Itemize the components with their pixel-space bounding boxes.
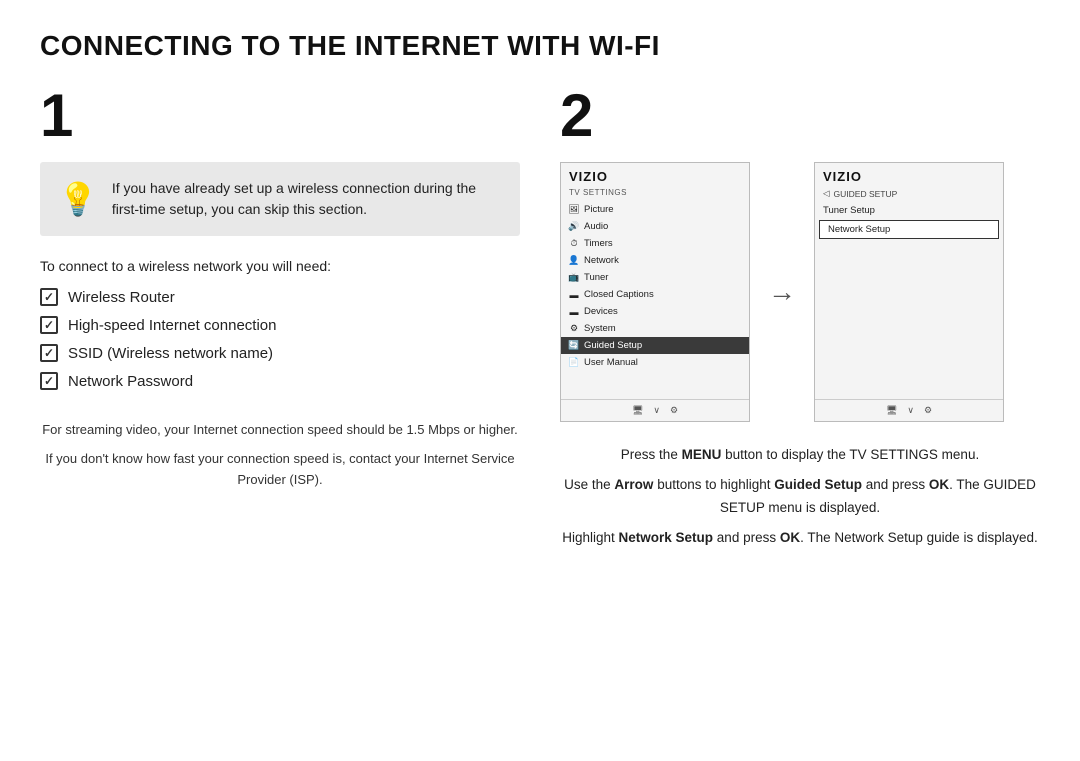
footnote-1: For streaming video, your Internet conne… <box>40 420 520 441</box>
bottom-gear-icon: ⚙ <box>670 405 678 416</box>
manual-icon: 📄 <box>569 358 579 368</box>
bottom-screen-icon: 🖥 <box>632 405 643 416</box>
tv-menu-network: 👤 Network <box>561 252 749 269</box>
checklist-item-4: Network Password <box>68 373 193 390</box>
bottom-down-icon-r: ∨ <box>907 405 914 416</box>
footnote-2: If you don't know how fast your connecti… <box>40 449 520 491</box>
list-item: Network Password <box>40 372 520 390</box>
picture-icon: 🖼 <box>569 205 579 215</box>
step2-desc-1: Press the MENU button to display the TV … <box>560 444 1040 466</box>
tv-bottom-bar-left: 🖥 ∨ ⚙ <box>561 399 749 421</box>
tv-menu-guided-setup: 🔄 Guided Setup <box>561 337 749 354</box>
tv-menu-devices: ▬ Devices <box>561 303 749 320</box>
tv-menu-timers: ⏱ Timers <box>561 235 749 252</box>
check-icon-4 <box>40 372 58 390</box>
step2-desc-2: Use the Arrow buttons to highlight Guide… <box>560 474 1040 519</box>
tv-screen-guided: VIZIO ◁ GUIDED SETUP Tuner Setup Network… <box>814 162 1004 422</box>
network-icon: 👤 <box>569 256 579 266</box>
lightbulb-icon: 💡 <box>58 180 98 218</box>
list-item: High-speed Internet connection <box>40 316 520 334</box>
tv-screens-row: VIZIO TV SETTINGS 🖼 Picture 🔊 Audio ⏱ Ti… <box>560 162 1040 422</box>
step1-number: 1 <box>40 86 520 146</box>
bottom-screen-icon-r: 🖥 <box>886 405 897 416</box>
tv-screen-settings: VIZIO TV SETTINGS 🖼 Picture 🔊 Audio ⏱ Ti… <box>560 162 750 422</box>
tv-menu-picture: 🖼 Picture <box>561 201 749 218</box>
audio-icon: 🔊 <box>569 222 579 232</box>
tv-bottom-bar-right: 🖥 ∨ ⚙ <box>815 399 1003 421</box>
tuner-icon: 📺 <box>569 273 579 283</box>
check-icon-2 <box>40 316 58 334</box>
footnotes: For streaming video, your Internet conne… <box>40 420 520 490</box>
arrow-separator: → <box>768 276 796 308</box>
list-item: SSID (Wireless network name) <box>40 344 520 362</box>
tv-section-left: TV SETTINGS <box>561 186 749 201</box>
step1-column: 1 💡 If you have already set up a wireles… <box>40 86 520 557</box>
step2-desc-3: Highlight Network Setup and press OK. Th… <box>560 527 1040 549</box>
timers-icon: ⏱ <box>569 239 579 249</box>
captions-icon: ▬ <box>569 290 579 300</box>
step2-column: 2 VIZIO TV SETTINGS 🖼 Picture 🔊 Audio ⏱ … <box>560 86 1040 557</box>
guided-setup-icon: 🔄 <box>569 341 579 351</box>
step2-number: 2 <box>560 86 1040 146</box>
tv-brand-right: VIZIO <box>815 163 1003 186</box>
info-box: 💡 If you have already set up a wireless … <box>40 162 520 236</box>
tv-menu-audio: 🔊 Audio <box>561 218 749 235</box>
tv-brand-left: VIZIO <box>561 163 749 186</box>
bottom-gear-icon-r: ⚙ <box>924 405 932 416</box>
checklist-item-1: Wireless Router <box>68 289 175 306</box>
check-icon-1 <box>40 288 58 306</box>
system-icon: ⚙ <box>569 324 579 334</box>
back-arrow-icon: ◁ <box>823 188 830 199</box>
tv-menu-captions: ▬ Closed Captions <box>561 286 749 303</box>
tv-guided-network: Network Setup <box>819 220 999 239</box>
checklist-item-3: SSID (Wireless network name) <box>68 345 273 362</box>
list-item: Wireless Router <box>40 288 520 306</box>
info-box-text: If you have already set up a wireless co… <box>112 178 502 220</box>
tv-guided-tuner: Tuner Setup <box>815 202 1003 219</box>
step2-description: Press the MENU button to display the TV … <box>560 444 1040 549</box>
tv-menu-user-manual: 📄 User Manual <box>561 354 749 371</box>
checklist: Wireless Router High-speed Internet conn… <box>40 288 520 390</box>
tv-menu-system: ⚙ System <box>561 320 749 337</box>
devices-icon: ▬ <box>569 307 579 317</box>
need-list-title: To connect to a wireless network you wil… <box>40 258 520 274</box>
check-icon-3 <box>40 344 58 362</box>
tv-menu-tuner: 📺 Tuner <box>561 269 749 286</box>
page-title: CONNECTING TO THE INTERNET WITH Wi-Fi <box>40 30 1040 62</box>
bottom-down-icon: ∨ <box>653 405 660 416</box>
checklist-item-2: High-speed Internet connection <box>68 317 276 334</box>
tv-guided-header: ◁ GUIDED SETUP <box>815 186 1003 202</box>
